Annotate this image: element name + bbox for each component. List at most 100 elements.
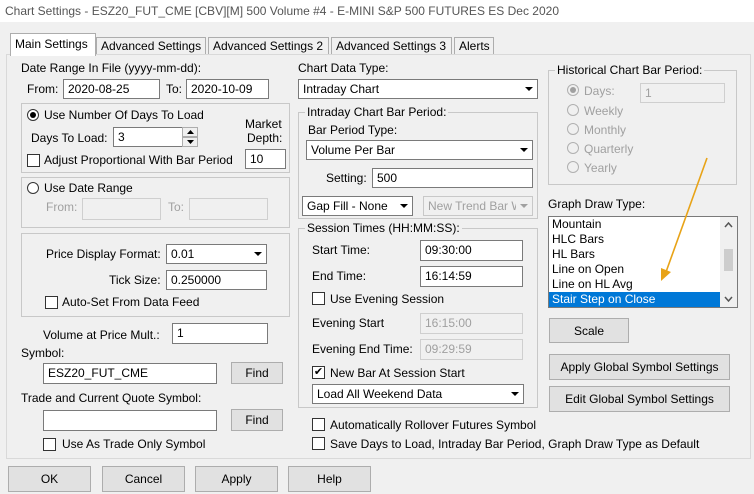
apply-button[interactable]: Apply [195, 466, 278, 492]
intraday-bar-period-title: Intraday Chart Bar Period: [305, 105, 449, 119]
window-title: Chart Settings - ESZ20_FUT_CME [CBV][M] … [0, 0, 754, 22]
new-bar-checkbox[interactable]: ✔ [312, 366, 325, 379]
ok-button[interactable]: OK [8, 466, 91, 492]
tab-advanced-settings-2[interactable]: Advanced Settings 2 [208, 37, 329, 55]
weekend-data-value: Load All Weekend Data [317, 387, 443, 401]
days-up-button[interactable] [182, 127, 198, 137]
symbol-field[interactable]: ESZ20_FUT_CME [43, 363, 217, 384]
apply-global-symbol-settings-button[interactable]: Apply Global Symbol Settings [549, 354, 730, 380]
chevron-down-icon [396, 197, 412, 215]
monthly-label: Monthly [584, 123, 627, 137]
use-evening-checkbox[interactable] [312, 292, 325, 305]
help-button[interactable]: Help [288, 466, 371, 492]
edit-global-symbol-settings-button[interactable]: Edit Global Symbol Settings [549, 386, 730, 412]
trade-symbol-label: Trade and Current Quote Symbol: [21, 391, 202, 405]
evening-end-label: Evening End Time: [312, 342, 413, 356]
weekly-label: Weekly [584, 104, 624, 118]
gap-fill-value: Gap Fill - None [307, 199, 388, 213]
end-time-label: End Time: [312, 269, 367, 283]
tab-advanced-settings[interactable]: Advanced Settings [96, 37, 206, 55]
bar-period-type-value: Volume Per Bar [311, 143, 396, 157]
bar-period-type-select[interactable]: Volume Per Bar [306, 140, 533, 160]
new-trend-value: New Trend Bar W [428, 199, 523, 213]
symbol-find-button[interactable]: Find [231, 362, 283, 384]
range-to-field [189, 198, 268, 220]
chevron-up-icon[interactable] [720, 219, 737, 231]
setting-field[interactable]: 500 [372, 168, 533, 188]
evening-end-field: 09:29:59 [420, 339, 523, 360]
days-radio [567, 84, 579, 96]
chart-data-type-value: Intraday Chart [303, 82, 380, 96]
price-group: Price Display Format: 0.01 Tick Size: 0.… [21, 233, 290, 317]
date-to-field[interactable]: 2020-10-09 [186, 79, 269, 99]
trade-find-button[interactable]: Find [231, 409, 283, 431]
chevron-down-icon[interactable] [720, 293, 737, 305]
session-times-group: Session Times (HH:MM:SS): Start Time: 09… [298, 221, 538, 408]
chart-data-type-select[interactable]: Intraday Chart [298, 79, 538, 99]
adjust-proportional-checkbox[interactable] [27, 154, 40, 167]
tab-alerts[interactable]: Alerts [454, 37, 494, 55]
setting-label: Setting: [326, 171, 367, 185]
gap-fill-select[interactable]: Gap Fill - None [302, 196, 413, 216]
auto-rollover-checkbox[interactable] [312, 418, 325, 431]
monthly-radio [567, 123, 579, 135]
yearly-label: Yearly [584, 161, 617, 175]
adjust-proportional-label: Adjust Proportional With Bar Period [44, 153, 233, 167]
market-depth-field[interactable]: 10 [245, 149, 286, 169]
from-label: From: [27, 82, 59, 96]
weekend-data-select[interactable]: Load All Weekend Data [312, 384, 524, 404]
chevron-down-icon [186, 140, 194, 144]
evening-start-label: Evening Start [312, 316, 385, 330]
price-display-format-label: Price Display Format: [46, 247, 161, 261]
chevron-down-icon [521, 80, 537, 98]
list-item-selected[interactable]: Stair Step on Close [549, 292, 721, 307]
date-range-label: Date Range In File (yyyy-mm-dd): [21, 61, 202, 75]
historical-period-title: Historical Chart Bar Period: [555, 63, 705, 77]
market-label: Market [245, 117, 282, 131]
price-format-value: 0.01 [171, 247, 195, 261]
save-days-checkbox[interactable] [312, 437, 325, 450]
use-date-range-label: Use Date Range [44, 181, 133, 195]
start-time-field[interactable]: 09:30:00 [420, 240, 523, 261]
quarterly-radio [567, 142, 579, 154]
days-to-load-label: Days To Load: [31, 131, 108, 145]
scale-button[interactable]: Scale [549, 318, 629, 343]
days-label: Days: [584, 84, 615, 98]
chevron-down-icon [516, 197, 532, 215]
list-scrollbar[interactable] [720, 217, 737, 307]
tick-size-field[interactable]: 0.250000 [166, 270, 267, 290]
tab-main-settings[interactable]: Main Settings [10, 33, 96, 56]
range-from-field [82, 198, 161, 220]
trade-only-label: Use As Trade Only Symbol [62, 437, 206, 451]
scroll-thumb[interactable] [724, 249, 733, 271]
symbol-label: Symbol: [21, 346, 65, 360]
graph-draw-type-label: Graph Draw Type: [548, 197, 646, 211]
price-display-format-select[interactable]: 0.01 [166, 244, 267, 264]
tab-advanced-settings-3[interactable]: Advanced Settings 3 [331, 37, 452, 55]
evening-start-field: 16:15:00 [420, 313, 523, 334]
historical-days-field: 1 [640, 83, 725, 103]
use-days-to-load-radio[interactable] [27, 109, 39, 121]
intraday-bar-period-group: Intraday Chart Bar Period: Bar Period Ty… [298, 105, 538, 219]
auto-set-label: Auto-Set From Data Feed [62, 295, 200, 309]
chart-data-type-label: Chart Data Type: [298, 61, 389, 75]
use-date-range-radio[interactable] [27, 182, 39, 194]
cancel-button[interactable]: Cancel [102, 466, 185, 492]
chevron-down-icon [507, 385, 523, 403]
date-from-field[interactable]: 2020-08-25 [63, 79, 160, 99]
chevron-down-icon [516, 141, 532, 159]
auto-rollover-label: Automatically Rollover Futures Symbol [330, 418, 537, 432]
auto-set-checkbox[interactable] [45, 296, 58, 309]
vap-mult-field[interactable]: 1 [172, 323, 268, 344]
days-down-button[interactable] [182, 137, 198, 147]
to-label: To: [166, 82, 183, 96]
trade-symbol-field[interactable] [43, 410, 217, 431]
annotation-arrow-icon [661, 157, 708, 281]
trade-only-checkbox[interactable] [43, 438, 56, 451]
start-time-label: Start Time: [312, 243, 371, 257]
days-to-load-field[interactable]: 3 [113, 127, 183, 147]
use-days-to-load-label: Use Number Of Days To Load [44, 108, 204, 122]
end-time-field[interactable]: 16:14:59 [420, 266, 523, 287]
chevron-down-icon [250, 245, 266, 263]
tick-size-label: Tick Size: [109, 273, 161, 287]
